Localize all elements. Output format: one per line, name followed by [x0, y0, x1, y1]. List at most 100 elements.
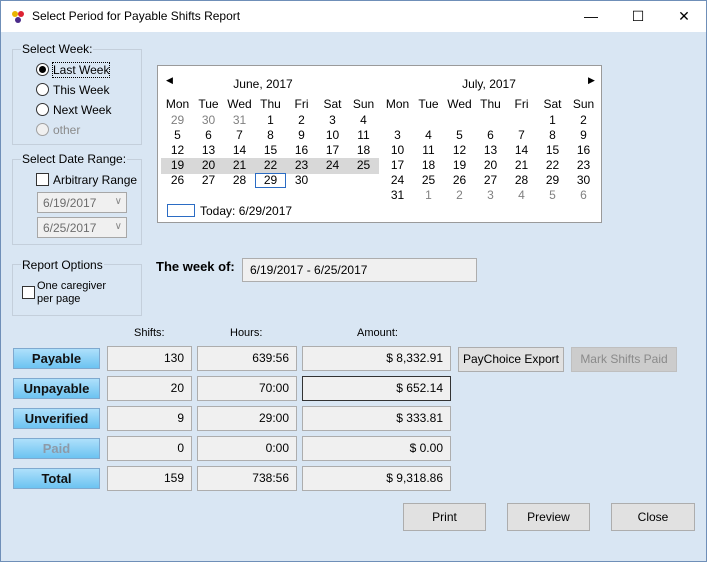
calendar-day[interactable]: 1 [537, 113, 568, 128]
calendar-day[interactable]: 28 [506, 173, 537, 188]
one-caregiver-checkbox[interactable] [22, 286, 35, 299]
calendar-day[interactable]: 13 [475, 143, 506, 158]
calendar-day[interactable]: 8 [255, 128, 286, 143]
calendar-day[interactable]: 19 [162, 158, 193, 173]
close-button[interactable]: Close [611, 503, 695, 531]
calendar-day[interactable]: 28 [224, 173, 255, 188]
calendar-day[interactable]: 15 [255, 143, 286, 158]
calendar-day[interactable]: 13 [193, 143, 224, 158]
unpayable-button[interactable]: Unpayable [13, 378, 100, 399]
calendar-day[interactable]: 15 [537, 143, 568, 158]
calendar-day[interactable]: 4 [348, 113, 379, 128]
unpayable-amount: $ 652.14 [302, 376, 451, 401]
calendar-day[interactable]: 2 [568, 113, 599, 128]
calendar-day[interactable]: 3 [317, 113, 348, 128]
calendar-day[interactable]: 4 [506, 188, 537, 203]
total-button[interactable]: Total [13, 468, 100, 489]
calendar-day[interactable]: 18 [348, 143, 379, 158]
radio-last-week[interactable] [36, 63, 49, 76]
radio-this-week[interactable] [36, 83, 49, 96]
calendar-day[interactable]: 22 [255, 158, 286, 173]
one-caregiver-label[interactable]: One caregiver per page [37, 280, 106, 306]
app-icon [12, 11, 24, 23]
calendar-day[interactable]: 5 [162, 128, 193, 143]
calendar-day[interactable]: 17 [382, 158, 413, 173]
calendar-day[interactable]: 6 [475, 128, 506, 143]
calendar-day[interactable]: 29 [162, 113, 193, 128]
calendar-day[interactable]: 20 [475, 158, 506, 173]
calendar-day[interactable]: 26 [444, 173, 475, 188]
calendar-day[interactable]: 11 [348, 128, 379, 143]
report-period-dialog: Select Period for Payable Shifts Report … [0, 0, 707, 562]
unverified-hours: 29:00 [197, 406, 297, 431]
calendar-day[interactable]: 29 [255, 173, 286, 188]
calendar-day[interactable]: 5 [444, 128, 475, 143]
calendar-day[interactable]: 22 [537, 158, 568, 173]
calendar-day[interactable]: 3 [475, 188, 506, 203]
calendar-day[interactable]: 1 [413, 188, 444, 203]
calendar-day[interactable]: 31 [224, 113, 255, 128]
calendar-day[interactable]: 1 [255, 113, 286, 128]
calendar-day[interactable]: 14 [224, 143, 255, 158]
calendar-day[interactable]: 26 [162, 173, 193, 188]
radio-last-week-label[interactable]: Last Week [51, 62, 111, 78]
arbitrary-range-label[interactable]: Arbitrary Range [53, 173, 137, 187]
paychoice-export-button[interactable]: PayChoice Export [458, 347, 564, 372]
calendar-day[interactable]: 16 [568, 143, 599, 158]
calendar-day[interactable]: 20 [193, 158, 224, 173]
calendar-day[interactable]: 23 [286, 158, 317, 173]
calendar-day[interactable]: 9 [568, 128, 599, 143]
calendar-day[interactable]: 7 [224, 128, 255, 143]
calendar-day[interactable]: 2 [444, 188, 475, 203]
calendar-day[interactable]: 14 [506, 143, 537, 158]
calendar-day[interactable]: 10 [382, 143, 413, 158]
calendar-day[interactable]: 11 [413, 143, 444, 158]
maximize-button[interactable]: ☐ [615, 1, 661, 32]
calendar-day[interactable]: 29 [537, 173, 568, 188]
today-label[interactable]: Today: 6/29/2017 [200, 204, 292, 218]
calendar-day[interactable]: 19 [444, 158, 475, 173]
calendar-day[interactable]: 25 [413, 173, 444, 188]
radio-next-week[interactable] [36, 103, 49, 116]
calendar-day[interactable]: 6 [568, 188, 599, 203]
month-calendar[interactable]: ◀ ▶ June, 2017 July, 2017 Mon Tue Wed Thu Fr… [157, 65, 602, 223]
radio-this-week-label[interactable]: This Week [53, 83, 109, 97]
calendar-day[interactable]: 7 [506, 128, 537, 143]
calendar-day[interactable]: 10 [317, 128, 348, 143]
calendar-day[interactable]: 18 [413, 158, 444, 173]
calendar-day[interactable]: 21 [506, 158, 537, 173]
calendar-day[interactable]: 27 [193, 173, 224, 188]
calendar-day[interactable]: 24 [317, 158, 348, 173]
calendar-day[interactable]: 30 [286, 173, 317, 188]
calendar-day[interactable]: 12 [162, 143, 193, 158]
calendar-day[interactable]: 25 [348, 158, 379, 173]
calendar-day[interactable]: 21 [224, 158, 255, 173]
minimize-button[interactable]: — [568, 1, 614, 32]
calendar-day[interactable]: 12 [444, 143, 475, 158]
calendar-day[interactable]: 30 [568, 173, 599, 188]
payable-button[interactable]: Payable [13, 348, 100, 369]
calendar-day[interactable]: 16 [286, 143, 317, 158]
calendar-day[interactable]: 8 [537, 128, 568, 143]
calendar-day[interactable]: 6 [193, 128, 224, 143]
close-window-button[interactable]: ✕ [661, 1, 707, 32]
calendar-day[interactable]: 30 [193, 113, 224, 128]
month-title-july: July, 2017 [462, 77, 516, 91]
arbitrary-range-checkbox[interactable] [36, 173, 49, 186]
calendar-day[interactable]: 31 [382, 188, 413, 203]
day-header: Tue [198, 97, 219, 111]
calendar-day[interactable]: 2 [286, 113, 317, 128]
calendar-day[interactable]: 4 [413, 128, 444, 143]
calendar-day[interactable]: 9 [286, 128, 317, 143]
print-button[interactable]: Print [403, 503, 486, 531]
radio-next-week-label[interactable]: Next Week [53, 103, 111, 117]
calendar-day[interactable]: 17 [317, 143, 348, 158]
calendar-day[interactable]: 27 [475, 173, 506, 188]
preview-button[interactable]: Preview [507, 503, 590, 531]
calendar-day[interactable]: 23 [568, 158, 599, 173]
calendar-day[interactable]: 24 [382, 173, 413, 188]
calendar-day[interactable]: 5 [537, 188, 568, 203]
chevron-down-icon: ∨ [114, 196, 122, 207]
calendar-day[interactable]: 3 [382, 128, 413, 143]
unverified-button[interactable]: Unverified [13, 408, 100, 429]
